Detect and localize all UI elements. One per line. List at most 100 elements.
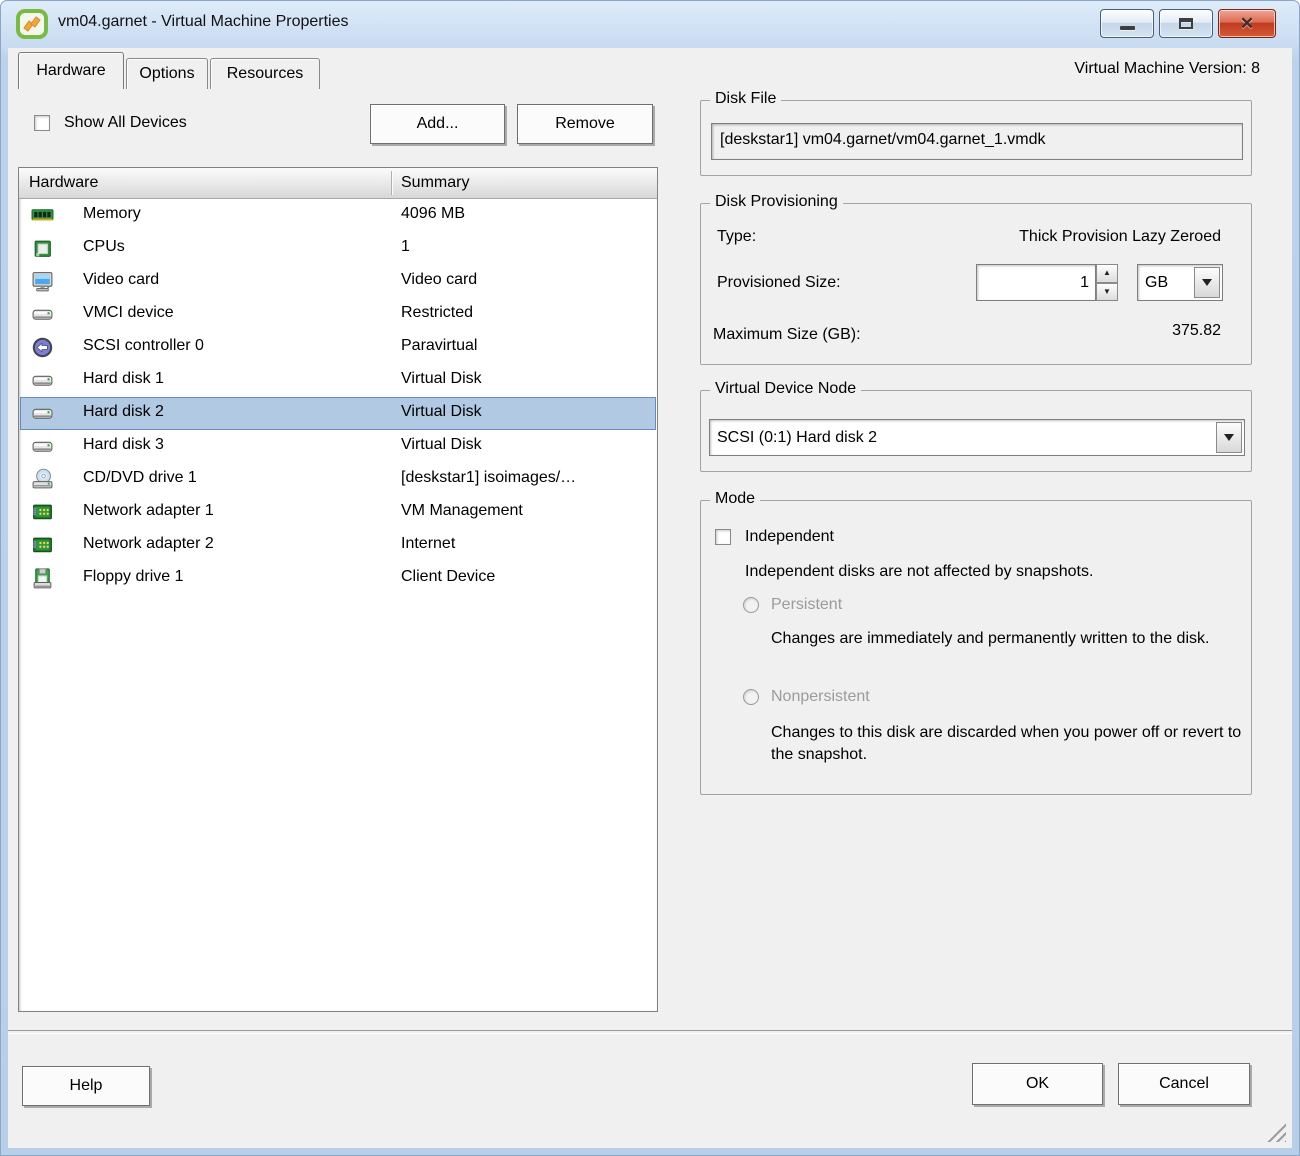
disk-file-field[interactable]: [deskstar1] vm04.garnet/vm04.garnet_1.vm…	[711, 123, 1243, 160]
table-row[interactable]: Hard disk 1 Virtual Disk	[20, 364, 656, 397]
table-row[interactable]: Video card Video card	[20, 265, 656, 298]
device-summary: Virtual Disk	[401, 403, 482, 420]
table-row[interactable]: Network adapter 2 Internet	[20, 529, 656, 562]
nonpersistent-radio[interactable]	[743, 689, 759, 705]
device-name: Memory	[83, 205, 141, 222]
scsi-controller-icon	[31, 336, 54, 359]
provisioned-size-stepper: ▲ ▼	[1096, 264, 1118, 301]
device-name: Video card	[83, 271, 160, 288]
disk-file-legend: Disk File	[710, 90, 782, 108]
table-row[interactable]: CD/DVD drive 1 [deskstar1] isoimages/…	[20, 463, 656, 496]
max-size-label: Maximum Size (GB):	[713, 326, 861, 343]
remove-button[interactable]: Remove	[517, 104, 653, 144]
type-value: Thick Provision Lazy Zeroed	[1019, 228, 1221, 245]
chevron-down-icon	[1224, 434, 1234, 441]
virtual-device-node-select[interactable]: SCSI (0:1) Hard disk 2	[709, 419, 1245, 456]
hardware-table-body: Memory 4096 MB CPUs 1 Video card Video card VM…	[20, 199, 656, 1010]
show-all-devices-checkbox[interactable]	[34, 115, 50, 131]
maximize-button[interactable]	[1159, 9, 1213, 38]
persistent-description: Changes are immediately and permanently …	[771, 630, 1210, 647]
vsphere-app-icon	[16, 9, 48, 39]
vm-properties-window: vm04.garnet - Virtual Machine Properties…	[0, 0, 1300, 1156]
dialog-body: Hardware Options Resources Virtual Machi…	[8, 48, 1292, 1148]
memory-icon	[31, 204, 54, 227]
table-row[interactable]: Hard disk 3 Virtual Disk	[20, 430, 656, 463]
spinner-down-icon: ▼	[1103, 286, 1111, 296]
hard-disk-icon	[31, 435, 54, 458]
chevron-down-icon	[1202, 279, 1212, 286]
video-card-icon	[31, 270, 54, 293]
independent-label: Independent	[745, 528, 834, 545]
tab-options[interactable]: Options	[126, 58, 208, 89]
provisioned-size-label: Provisioned Size:	[717, 274, 841, 291]
table-row[interactable]: Memory 4096 MB	[20, 199, 656, 232]
cpu-icon	[31, 237, 54, 260]
spinner-up-icon: ▲	[1103, 268, 1111, 278]
help-button[interactable]: Help	[22, 1066, 150, 1106]
device-summary: Video card	[401, 271, 478, 288]
type-label: Type:	[717, 228, 757, 245]
column-divider[interactable]	[391, 171, 392, 195]
persistent-radio[interactable]	[743, 597, 759, 613]
persistent-label: Persistent	[771, 596, 843, 613]
nonpersistent-description: Changes to this disk are discarded when …	[771, 724, 1242, 763]
disk-provisioning-legend: Disk Provisioning	[710, 193, 843, 211]
unit-select[interactable]: GB	[1137, 264, 1223, 301]
device-summary: Virtual Disk	[401, 370, 482, 387]
device-name: CD/DVD drive 1	[83, 469, 197, 486]
device-summary: Paravirtual	[401, 337, 478, 354]
device-name: Network adapter 1	[83, 502, 214, 519]
device-summary: 1	[401, 238, 410, 255]
add-button[interactable]: Add...	[370, 104, 505, 144]
table-row[interactable]: Hard disk 2 Virtual Disk	[20, 397, 656, 430]
minimize-button[interactable]	[1100, 9, 1154, 38]
device-name: Network adapter 2	[83, 535, 214, 552]
virtual-device-node-dropdown-button[interactable]	[1216, 422, 1242, 453]
virtual-device-node-legend: Virtual Device Node	[710, 380, 862, 398]
show-all-devices-label: Show All Devices	[64, 114, 187, 131]
independent-checkbox[interactable]	[715, 529, 731, 545]
cancel-button[interactable]: Cancel	[1118, 1063, 1250, 1105]
maximize-icon	[1179, 18, 1193, 29]
close-icon: ✕	[1239, 14, 1255, 33]
tab-hardware[interactable]: Hardware	[18, 52, 124, 89]
device-summary: [deskstar1] isoimages/…	[401, 469, 577, 486]
device-summary: 4096 MB	[401, 205, 466, 222]
table-row[interactable]: Network adapter 1 VM Management	[20, 496, 656, 529]
device-summary: Client Device	[401, 568, 496, 585]
footer-separator	[8, 1030, 1292, 1034]
hard-disk-icon	[31, 402, 54, 425]
table-row[interactable]: CPUs 1	[20, 232, 656, 265]
resize-grip[interactable]	[1264, 1120, 1286, 1142]
ok-button[interactable]: OK	[972, 1063, 1103, 1105]
title-bar[interactable]: vm04.garnet - Virtual Machine Properties…	[0, 0, 1300, 48]
virtual-device-node-value: SCSI (0:1) Hard disk 2	[717, 428, 878, 446]
spinner-down-button[interactable]: ▼	[1096, 282, 1118, 301]
floppy-drive-icon	[31, 567, 54, 590]
tab-resources[interactable]: Resources	[210, 58, 320, 89]
max-size-value: 375.82	[1172, 322, 1221, 339]
column-header-summary[interactable]: Summary	[401, 168, 469, 198]
close-button[interactable]: ✕	[1218, 9, 1276, 38]
network-adapter-icon	[31, 534, 54, 557]
column-header-hardware[interactable]: Hardware	[29, 168, 98, 198]
device-summary: Restricted	[401, 304, 474, 321]
table-row[interactable]: VMCI device Restricted	[20, 298, 656, 331]
mode-group: Mode Independent Independent disks are n…	[700, 490, 1252, 795]
device-name: Hard disk 3	[83, 436, 164, 453]
device-name: SCSI controller 0	[83, 337, 204, 354]
virtual-device-node-group: Virtual Device Node SCSI (0:1) Hard disk…	[700, 380, 1252, 472]
unit-dropdown-button[interactable]	[1194, 267, 1220, 298]
table-row[interactable]: SCSI controller 0 Paravirtual	[20, 331, 656, 364]
disk-file-group: Disk File [deskstar1] vm04.garnet/vm04.g…	[700, 90, 1252, 176]
network-adapter-icon	[31, 501, 54, 524]
spinner-up-button[interactable]: ▲	[1096, 264, 1118, 283]
cd-dvd-icon	[31, 468, 54, 491]
table-row[interactable]: Floppy drive 1 Client Device	[20, 562, 656, 595]
provisioned-size-input[interactable]	[976, 264, 1096, 301]
vm-version-label: Virtual Machine Version: 8	[1074, 60, 1260, 77]
device-name: Floppy drive 1	[83, 568, 184, 585]
independent-description: Independent disks are not affected by sn…	[745, 563, 1094, 580]
unit-value: GB	[1145, 273, 1169, 291]
device-summary: Virtual Disk	[401, 436, 482, 453]
